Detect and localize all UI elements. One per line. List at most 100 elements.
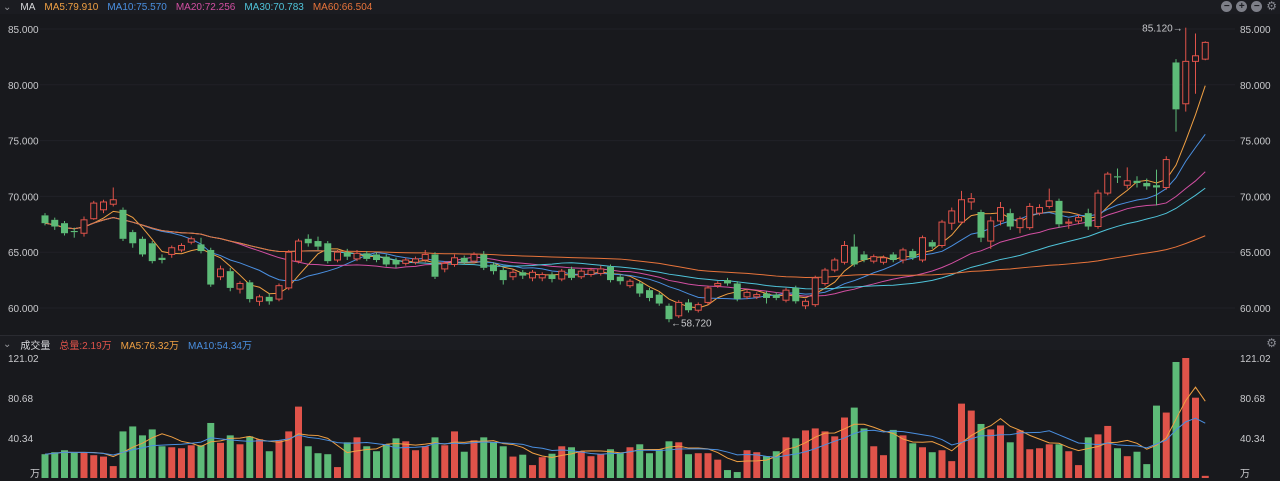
- volume-bar-down: [314, 453, 322, 478]
- candle-up: [714, 282, 722, 287]
- candle-down: [665, 305, 673, 320]
- y-tick-left: 75.000: [8, 137, 39, 148]
- candle-down: [792, 287, 800, 302]
- volume-bar-up: [217, 442, 224, 478]
- ma20-line: [44, 171, 1206, 297]
- candle-up: [168, 247, 176, 255]
- volume-bar-up: [451, 431, 458, 478]
- candle-up: [1162, 159, 1170, 188]
- candle-down: [860, 254, 868, 261]
- volume-bar-down: [1055, 444, 1063, 478]
- volume-bar-up: [1162, 412, 1170, 478]
- y-tick-right: 70.000: [1240, 192, 1271, 203]
- ma5-legend: MA5:79.910: [44, 1, 99, 13]
- volume-bar-up: [1026, 449, 1034, 478]
- gear-icon[interactable]: ⚙: [1266, 337, 1277, 349]
- volume-y-tick-right: 121.02: [1240, 354, 1271, 365]
- y-tick-right: 80.000: [1240, 81, 1271, 92]
- volume-bar-up: [295, 406, 302, 478]
- volume-bar-down: [499, 446, 507, 478]
- zoom-out-icon[interactable]: −: [1221, 1, 1233, 12]
- y-tick-right: 75.000: [1240, 137, 1271, 148]
- minus-icon[interactable]: −: [1251, 1, 1263, 12]
- candle-down: [1006, 213, 1014, 227]
- candle-up: [704, 287, 712, 303]
- volume-y-tick-left: 40.34: [8, 434, 33, 445]
- ma10-legend: MA10:75.570: [107, 1, 167, 13]
- volume-chart[interactable]: 121.02 121.02 80.68 80.68 40.34 40.34 万 万: [0, 350, 1280, 481]
- volume-bar-up: [587, 456, 595, 478]
- candle-down: [685, 302, 692, 311]
- candle-up: [538, 274, 546, 279]
- candle-down: [324, 243, 332, 262]
- volume-bar-down: [1006, 442, 1014, 478]
- candle-down: [548, 274, 556, 279]
- volume-bar-down: [373, 451, 380, 478]
- chevron-down-icon[interactable]: ⌄: [3, 2, 11, 13]
- volume-y-tick-right: 40.34: [1240, 434, 1265, 445]
- zoom-in-icon[interactable]: +: [1236, 1, 1248, 12]
- chevron-down-icon[interactable]: ⌄: [3, 339, 11, 350]
- candle-up: [285, 251, 293, 289]
- volume-bar-down: [792, 438, 800, 478]
- price-chart[interactable]: 85.000 85.000 80.000 80.000 75.000 75.000 70.0…: [0, 14, 1280, 336]
- volume-bar-down: [158, 446, 166, 478]
- candle-up: [1045, 200, 1053, 207]
- gear-icon[interactable]: ⚙: [1266, 0, 1277, 12]
- candle-down: [129, 232, 137, 244]
- volume-bar-down: [61, 450, 68, 478]
- volume-bar-up: [1182, 358, 1190, 478]
- volume-bar-up: [948, 461, 956, 478]
- volume-y-tick-left: 80.68: [8, 394, 33, 405]
- candle-up: [236, 282, 244, 290]
- ma30-legend: MA30:70.783: [244, 1, 304, 13]
- y-tick-left: 60.000: [8, 304, 39, 315]
- volume-bar-down: [226, 435, 234, 478]
- ma20-legend: MA20:72.256: [175, 1, 236, 13]
- price-legend: ⌄ MA MA5:79.910 MA10:75.570 MA20:72.256 …: [0, 0, 372, 14]
- candle-up: [1104, 173, 1112, 194]
- candle-up: [802, 300, 809, 307]
- candle-down: [977, 212, 985, 238]
- volume-bar-up: [899, 435, 907, 478]
- candle-down: [392, 260, 400, 265]
- candle-up: [577, 270, 585, 278]
- candle-up: [470, 253, 478, 262]
- candle-up: [997, 207, 1004, 222]
- volume-bar-down: [304, 446, 312, 478]
- candle-up: [275, 285, 283, 300]
- candle-down: [724, 280, 731, 284]
- volume-bar-down: [1114, 448, 1121, 478]
- volume-bar-up: [967, 410, 975, 478]
- volume-bar-up: [334, 467, 341, 478]
- candle-up: [1094, 192, 1102, 228]
- volume-bar-down: [860, 428, 868, 478]
- candle-up: [987, 220, 995, 242]
- candle-down: [61, 223, 68, 234]
- candle-up: [626, 280, 634, 287]
- volume-bar-up: [275, 440, 283, 478]
- volume-bar-up: [421, 446, 429, 478]
- candle-down: [41, 215, 49, 224]
- volume-bar-up: [1094, 434, 1102, 478]
- candle-up: [1123, 180, 1131, 186]
- candle-up: [178, 245, 185, 251]
- volume-bar-down: [568, 447, 575, 478]
- volume-bar-down: [519, 454, 527, 478]
- indicator-label: MA: [20, 1, 36, 13]
- volume-bar-up: [168, 447, 176, 478]
- volume-bar-down: [460, 451, 468, 478]
- candle-up: [967, 198, 975, 203]
- volume-bar-down: [646, 453, 653, 478]
- volume-bar-up: [1016, 430, 1024, 478]
- volume-bar-up: [1123, 456, 1131, 478]
- candle-up: [958, 199, 965, 223]
- candle-down: [304, 238, 312, 244]
- min-price-label: ←58.720: [671, 318, 712, 329]
- volume-bar-up: [782, 437, 790, 478]
- volume-bar-up: [1036, 448, 1043, 478]
- candle-down: [763, 293, 770, 298]
- candle-down: [519, 272, 527, 276]
- volume-bar-down: [850, 407, 858, 478]
- candle-down: [382, 256, 390, 265]
